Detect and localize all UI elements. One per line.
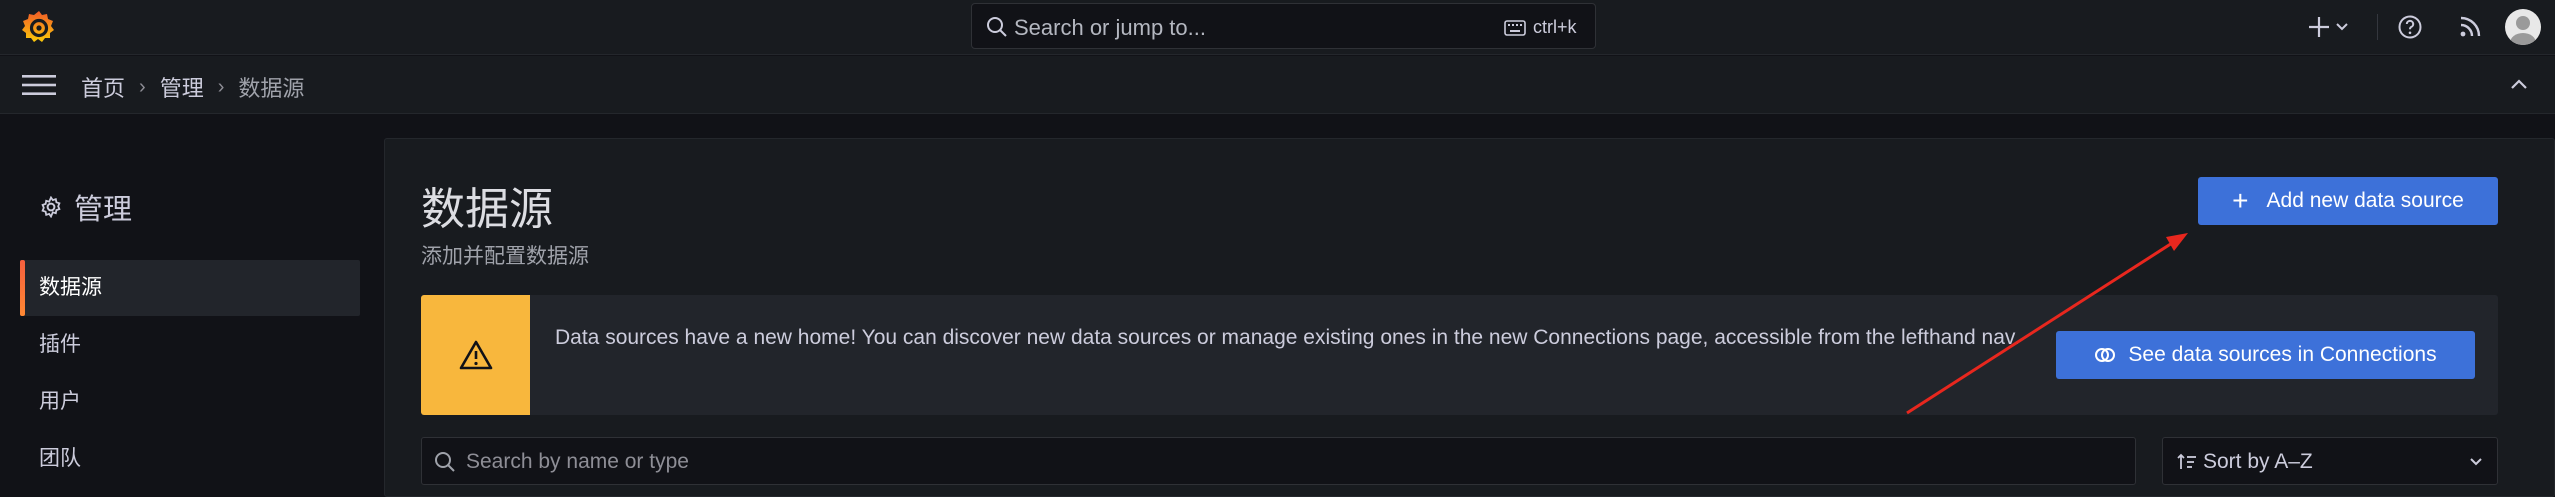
sort-value: Sort by A–Z [2203,450,2313,473]
sidebar-item-plugins[interactable]: 插件 [20,317,360,373]
keyboard-icon [1504,20,1526,36]
plus-icon [2309,17,2329,37]
search-icon [435,452,455,472]
page-subtitle: 添加并配置数据源 [421,245,589,268]
chevron-right-icon: › [217,75,225,98]
page-title: 数据源 [421,185,553,234]
sort-icon [2177,453,2196,469]
breadcrumb: 首页 › 管理 › 数据源 [81,71,304,103]
toolbar-divider [2377,14,2378,40]
chevron-up-icon[interactable] [2507,76,2531,94]
sort-select[interactable]: Sort by A–Z [2162,437,2498,485]
gear-icon [41,196,61,218]
admin-sidebar: 管理 数据源 插件 用户 团队 [0,114,370,497]
alert-message: Data sources have a new home! You can di… [555,326,2020,349]
global-search-input[interactable]: Search or jump to... ctrl+k [971,3,1596,49]
search-placeholder: Search or jump to... [1014,15,1206,40]
datasources-page: 数据源 添加并配置数据源 + Add new data source Data … [384,138,2555,497]
breadcrumb-home[interactable]: 首页 [81,71,125,103]
rss-icon[interactable] [2457,13,2483,41]
search-shortcut: ctrl+k [1533,17,1577,37]
top-navbar: Search or jump to... ctrl+k [0,0,2555,55]
new-menu-button[interactable] [2308,13,2352,41]
grafana-logo-icon[interactable] [20,8,58,46]
breadcrumb-current: 数据源 [238,76,305,101]
chevron-down-icon [2470,458,2482,466]
hamburger-menu-icon[interactable] [22,73,56,97]
search-icon [987,17,1007,37]
add-button-label: Add new data source [2266,189,2464,212]
add-new-data-source-button[interactable]: + Add new data source [2198,177,2498,225]
breadcrumb-bar: 首页 › 管理 › 数据源 [0,56,2555,114]
sidebar-item-datasources[interactable]: 数据源 [20,260,360,316]
sidebar-item-users[interactable]: 用户 [20,374,360,430]
help-icon[interactable] [2397,13,2423,41]
annotation-arrow-icon [1906,233,2188,415]
plus-icon: + [2232,185,2249,216]
alert-icon-box [421,295,530,415]
avatar[interactable] [2505,9,2541,45]
sidebar-item-teams[interactable]: 团队 [20,431,360,487]
sidebar-title-label: 管理 [74,194,133,226]
warning-icon [459,340,492,370]
search-input[interactable]: Search by name or type [421,437,2136,485]
breadcrumb-admin[interactable]: 管理 [160,71,204,103]
user-avatar-icon [2510,16,2536,45]
chevron-right-icon: › [139,75,146,98]
chevron-down-icon [2336,23,2348,31]
search-input-placeholder: Search by name or type [466,450,689,473]
sidebar-title: 管理 [40,186,132,228]
